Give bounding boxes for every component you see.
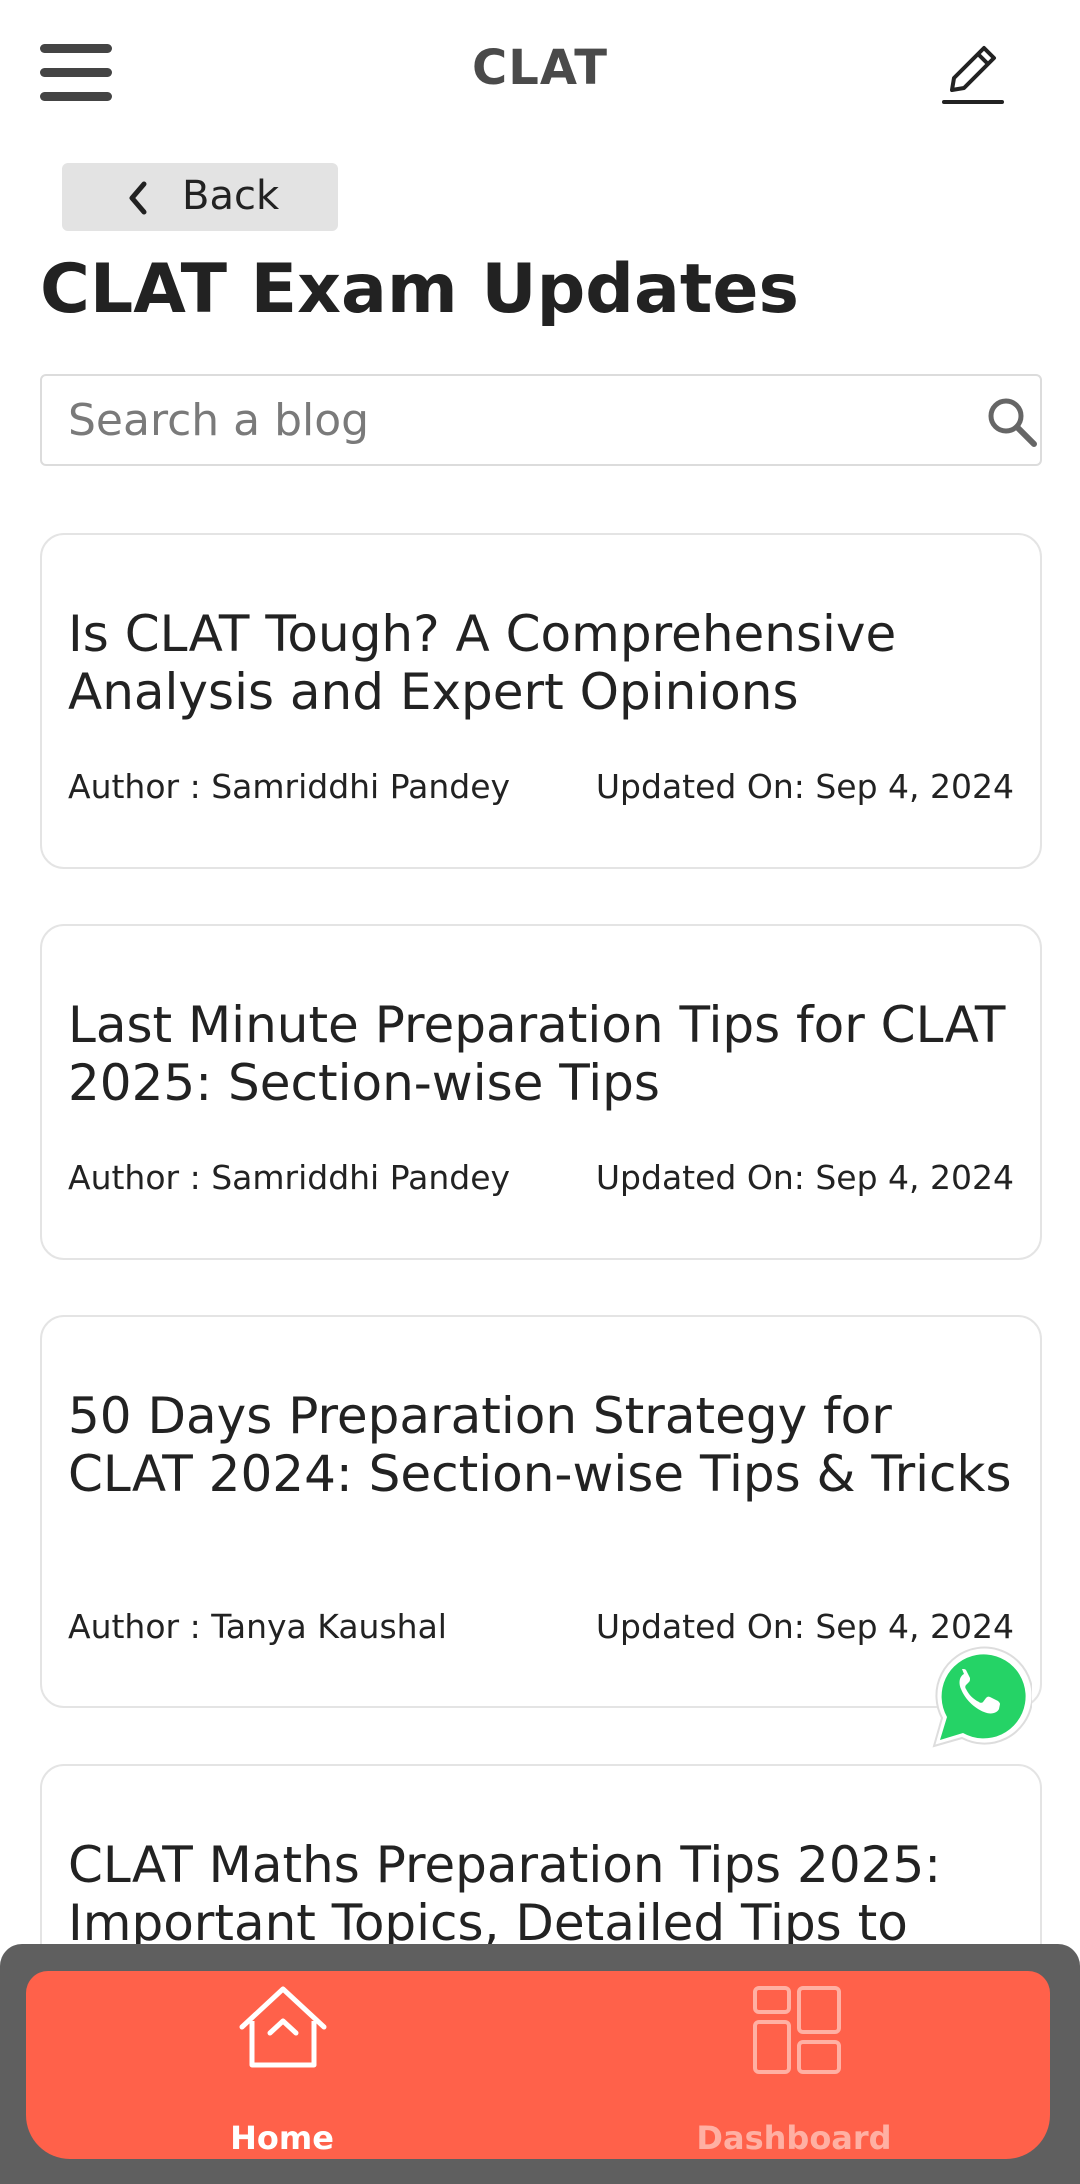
blog-meta: Author : Samriddhi Pandey Updated On: Se…	[68, 767, 1014, 806]
nav-home[interactable]: Home	[132, 1971, 432, 2159]
edit-button[interactable]	[938, 38, 1008, 108]
blog-card[interactable]: Last Minute Preparation Tips for CLAT 20…	[40, 924, 1042, 1260]
search-bar	[40, 374, 1042, 466]
chevron-left-icon	[129, 181, 147, 215]
nav-dashboard-label: Dashboard	[696, 2119, 892, 2157]
blog-title[interactable]: CLAT Maths Preparation Tips 2025: Import…	[68, 1836, 1018, 1952]
back-label: Back	[182, 173, 280, 219]
pencil-edit-icon	[942, 46, 1004, 104]
blog-card[interactable]: Is CLAT Tough? A Comprehensive Analysis …	[40, 533, 1042, 869]
blog-meta: Author : Tanya Kaushal Updated On: Sep 4…	[68, 1607, 1014, 1646]
house-icon	[239, 1986, 327, 2068]
search-icon[interactable]	[984, 394, 1040, 450]
dashboard-grid-icon	[753, 1986, 841, 2074]
nav-dashboard[interactable]: Dashboard	[644, 1971, 944, 2159]
blog-updated-date: Updated On: Sep 4, 2024	[595, 767, 1014, 806]
whatsapp-button[interactable]	[922, 1638, 1034, 1750]
blog-author: Author : Tanya Kaushal	[68, 1607, 447, 1646]
back-button[interactable]: Back	[62, 163, 338, 231]
blog-updated-date: Updated On: Sep 4, 2024	[595, 1158, 1014, 1197]
blog-card[interactable]: 50 Days Preparation Strategy for CLAT 20…	[40, 1315, 1042, 1708]
nav-home-label: Home	[230, 2119, 334, 2157]
blog-meta: Author : Samriddhi Pandey Updated On: Se…	[68, 1158, 1014, 1197]
blog-author: Author : Samriddhi Pandey	[68, 1158, 511, 1197]
bottom-nav-bar: Home Dashboard	[26, 1971, 1050, 2159]
blog-title[interactable]: 50 Days Preparation Strategy for CLAT 20…	[68, 1387, 1018, 1503]
app-title: CLAT	[472, 40, 608, 96]
page-title: CLAT Exam Updates	[40, 250, 799, 329]
blog-title[interactable]: Last Minute Preparation Tips for CLAT 20…	[68, 996, 1018, 1112]
blog-author: Author : Samriddhi Pandey	[68, 767, 511, 806]
app-header: CLAT	[0, 0, 1080, 150]
whatsapp-icon	[932, 1646, 1034, 1748]
search-input[interactable]	[68, 384, 968, 456]
blog-title[interactable]: Is CLAT Tough? A Comprehensive Analysis …	[68, 605, 1018, 721]
bottom-navigation: Home Dashboard	[0, 1944, 1080, 2184]
